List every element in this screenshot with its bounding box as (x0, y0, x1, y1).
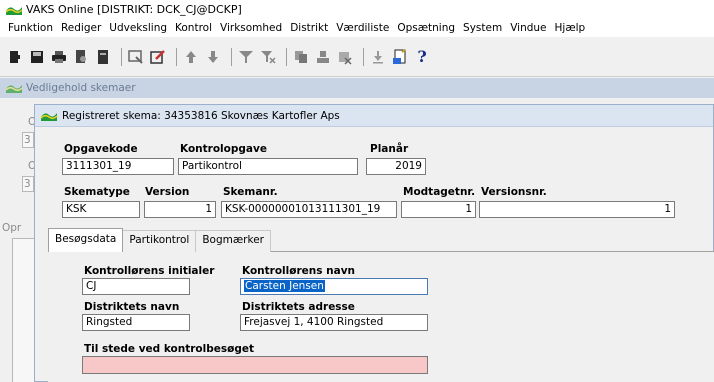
skemanr-field[interactable]: KSK-00000001013111301_19 (221, 201, 397, 218)
copy-icon[interactable] (292, 48, 310, 66)
toolbar-separator (176, 47, 177, 66)
present-label: Til stede ved kontrolbesøget (84, 343, 254, 355)
ghost-value: 3 (24, 134, 31, 146)
menu-rediger[interactable]: Rediger (57, 22, 105, 34)
toolbar-separator (363, 47, 364, 66)
skemanr-label: Skemanr. (223, 186, 278, 198)
menu-system[interactable]: System (459, 22, 506, 34)
opgavekode-label: Opgavekode (64, 143, 138, 155)
window-logo-icon (6, 85, 22, 93)
menu-udveksling[interactable]: Udveksling (105, 22, 171, 34)
toolbar: ? (0, 37, 714, 77)
print-setup-icon[interactable] (94, 48, 112, 66)
planaar-label: Planår (370, 143, 409, 155)
app-logo-icon (6, 6, 22, 15)
ghost-section-label: Opr (2, 222, 22, 234)
modtagetnr-label: Modtagetnr. (403, 186, 476, 198)
initials-field[interactable]: CJ (82, 278, 190, 295)
controller-name-field[interactable]: Carsten Jensen (240, 278, 428, 295)
notes-icon[interactable] (391, 48, 409, 66)
filter-icon[interactable] (237, 48, 255, 66)
ghost-grid (12, 238, 34, 382)
print-icon[interactable] (50, 48, 68, 66)
present-field[interactable] (82, 356, 428, 374)
versionsnr-field[interactable]: 1 (479, 201, 675, 218)
toolbar-separator (286, 47, 287, 66)
stamp-icon[interactable] (314, 48, 332, 66)
dialog-logo-icon (41, 112, 57, 121)
kontrolopgave-label: Kontrolopgave (180, 143, 267, 155)
download-icon[interactable] (369, 48, 387, 66)
menu-hjaelp[interactable]: Hjælp (551, 22, 590, 34)
exit-icon[interactable] (6, 48, 24, 66)
district-name-field[interactable]: Ringsted (82, 314, 190, 331)
opgavekode-field[interactable]: 3111301_19 (62, 158, 174, 175)
dialog-title: Registreret skema: 34353816 Skovnæs Kart… (62, 109, 340, 122)
menu-funktion[interactable]: Funktion (4, 22, 57, 34)
versionsnr-label: Versionsnr. (481, 186, 547, 198)
help-icon[interactable]: ? (413, 47, 431, 66)
district-address-label: Distriktets adresse (242, 301, 355, 313)
menu-opsaetning[interactable]: Opsætning (393, 22, 459, 34)
menu-virksomhed[interactable]: Virksomhed (216, 22, 286, 34)
skematype-field[interactable]: KSK (62, 201, 140, 218)
menu-distrikt[interactable]: Distrikt (286, 22, 332, 34)
district-name-label: Distriktets navn (84, 301, 180, 313)
toolbar-separator (231, 47, 232, 66)
arrow-down-icon[interactable] (204, 48, 222, 66)
district-address-field[interactable]: Frejasvej 1, 4100 Ringsted (240, 314, 428, 331)
save-icon[interactable] (28, 48, 46, 66)
arrow-up-icon[interactable] (182, 48, 200, 66)
initials-label: Kontrollørens initialer (84, 265, 215, 277)
app-title: VAKS Online [DISTRIKT: DCK_CJ@DCKP] (26, 3, 242, 16)
tab-besoegsdata[interactable]: Besøgsdata (48, 228, 124, 252)
controller-name-label: Kontrollørens navn (242, 265, 356, 277)
ghost-value: 3 (24, 178, 31, 190)
toolbar-separator (121, 47, 122, 66)
menu-kontrol[interactable]: Kontrol (171, 22, 216, 34)
modtagetnr-field[interactable]: 1 (401, 201, 476, 218)
tab-partikontrol[interactable]: Partikontrol (123, 230, 197, 252)
background-window-titlebar[interactable]: Vedligehold skemaer (0, 78, 714, 98)
tab-strip: Besøgsdata Partikontrol Bogmærker (48, 228, 271, 252)
menu-bar: Funktion Rediger Udveksling Kontrol Virk… (0, 19, 714, 37)
planaar-field[interactable]: 2019 (366, 158, 426, 175)
kontrolopgave-field[interactable]: Partikontrol (178, 158, 358, 175)
version-field[interactable]: 1 (144, 201, 216, 218)
menu-vaerdiliste[interactable]: Værdiliste (332, 22, 393, 34)
tab-bogmaerker[interactable]: Bogmærker (196, 230, 271, 252)
background-window-title: Vedligehold skemaer (26, 82, 136, 94)
ghost-field: 3 (22, 132, 34, 148)
preview-icon[interactable] (72, 48, 90, 66)
ghost-field: 3 (22, 176, 34, 192)
menu-vindue[interactable]: Vindue (506, 22, 550, 34)
skematype-label: Skematype (64, 186, 130, 198)
app-titlebar: VAKS Online [DISTRIKT: DCK_CJ@DCKP] (0, 0, 714, 19)
search-icon[interactable] (127, 48, 145, 66)
edit-icon[interactable] (149, 48, 167, 66)
version-label: Version (145, 186, 190, 198)
controller-name-value: Carsten Jensen (244, 280, 325, 292)
clear-filter-icon[interactable] (259, 48, 277, 66)
dialog-titlebar[interactable]: Registreret skema: 34353816 Skovnæs Kart… (35, 105, 713, 127)
delete-icon[interactable] (336, 48, 354, 66)
